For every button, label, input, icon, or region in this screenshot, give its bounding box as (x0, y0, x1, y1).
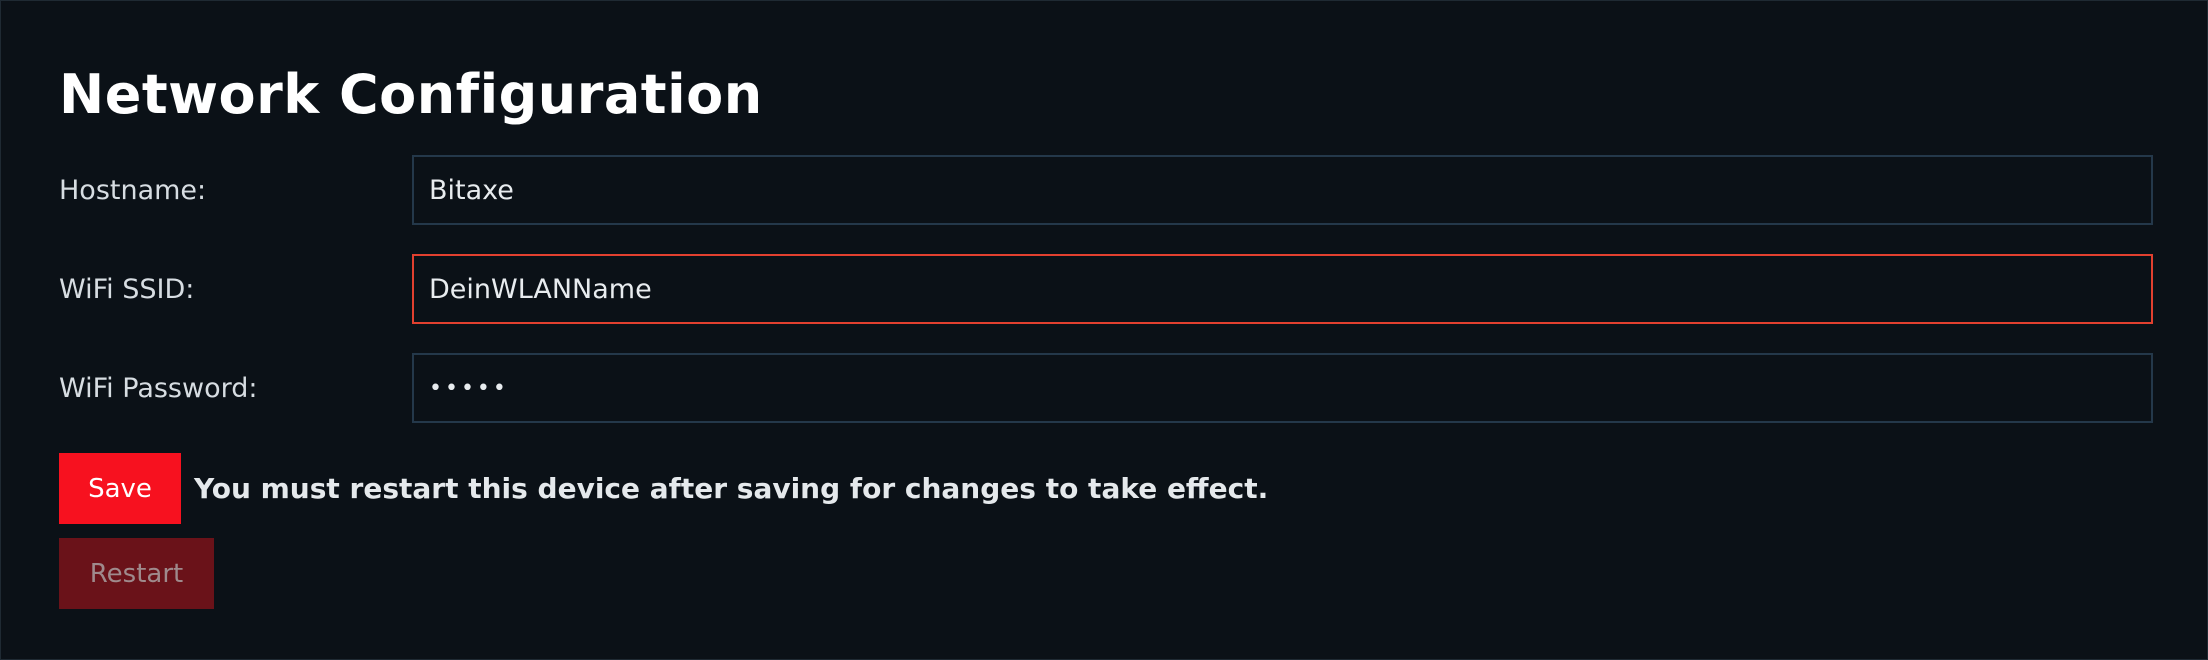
hostname-input[interactable] (414, 157, 2151, 223)
hostname-label: Hostname: (59, 175, 207, 206)
password-input[interactable] (414, 355, 2151, 421)
page-title: Network Configuration (59, 63, 763, 126)
password-label: WiFi Password: (59, 373, 258, 404)
restart-button[interactable]: Restart (59, 538, 214, 609)
restart-notice: You must restart this device after savin… (194, 472, 1269, 505)
ssid-row: WiFi SSID: (59, 254, 2155, 326)
ssid-field-frame (412, 254, 2153, 324)
ssid-label: WiFi SSID: (59, 274, 195, 305)
network-config-card: Network Configuration Hostname: WiFi SSI… (0, 0, 2208, 660)
ssid-input[interactable] (414, 256, 2151, 322)
save-button[interactable]: Save (59, 453, 181, 524)
hostname-field-frame (412, 155, 2153, 225)
password-row: WiFi Password: (59, 353, 2155, 425)
password-field-frame (412, 353, 2153, 423)
hostname-row: Hostname: (59, 155, 2155, 227)
